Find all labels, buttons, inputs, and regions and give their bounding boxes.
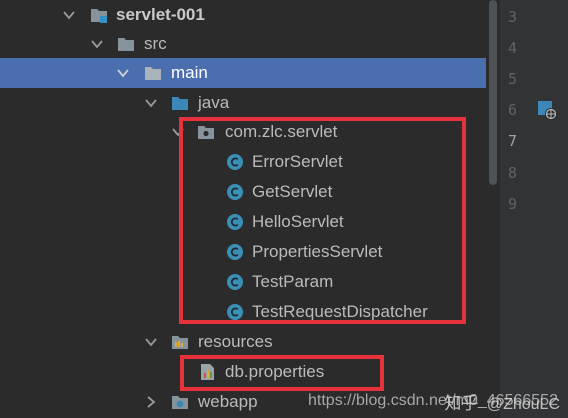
project-name: servlet-001 — [116, 5, 205, 24]
tree-row-main[interactable]: main — [0, 58, 500, 88]
db-properties-highlight-box — [180, 355, 384, 391]
chevron-down-icon[interactable] — [144, 335, 158, 349]
chevron-down-icon[interactable] — [116, 66, 130, 80]
source-folder-icon — [171, 94, 189, 112]
folder-icon — [144, 64, 162, 82]
tree-row-project[interactable]: servlet-001 — [0, 0, 500, 30]
module-folder-icon — [90, 6, 108, 24]
chevron-down-icon[interactable] — [62, 8, 76, 22]
folder-label-java: java — [198, 93, 230, 112]
folder-label-main: main — [171, 63, 208, 82]
chevron-down-icon[interactable] — [90, 37, 104, 51]
line-number: 9 — [508, 195, 518, 213]
chevron-down-icon[interactable] — [144, 96, 158, 110]
web-folder-icon — [171, 393, 189, 411]
zhihu-logo-text: 知乎 — [444, 394, 479, 413]
resources-folder-icon — [171, 333, 189, 351]
line-number: 6 — [508, 101, 518, 119]
tree-row-java[interactable]: java — [0, 88, 500, 118]
line-number: 7 — [508, 132, 518, 150]
scrollbar-thumb[interactable] — [489, 0, 497, 185]
tree-scrollbar[interactable] — [486, 0, 500, 418]
servlet-annotation-icon[interactable] — [538, 101, 558, 121]
folder-icon — [117, 35, 135, 53]
line-number: 5 — [508, 70, 518, 88]
editor-gutter: 3 4 5 6 7 8 9 — [500, 0, 568, 418]
folder-label-resources: resources — [198, 332, 273, 351]
folder-label-webapp: webapp — [198, 392, 258, 411]
package-highlight-box — [179, 117, 466, 324]
author-handle: @ZhouLC — [486, 396, 560, 413]
line-number: 8 — [508, 164, 518, 182]
tree-row-resources[interactable]: resources — [0, 327, 500, 357]
zhihu-watermark: 知乎 @ZhouLC — [444, 389, 560, 414]
folder-label-src: src — [144, 34, 167, 53]
line-number: 4 — [508, 39, 518, 57]
line-number: 3 — [508, 8, 518, 26]
tree-row-src[interactable]: src — [0, 29, 500, 59]
chevron-right-icon[interactable] — [144, 395, 158, 409]
